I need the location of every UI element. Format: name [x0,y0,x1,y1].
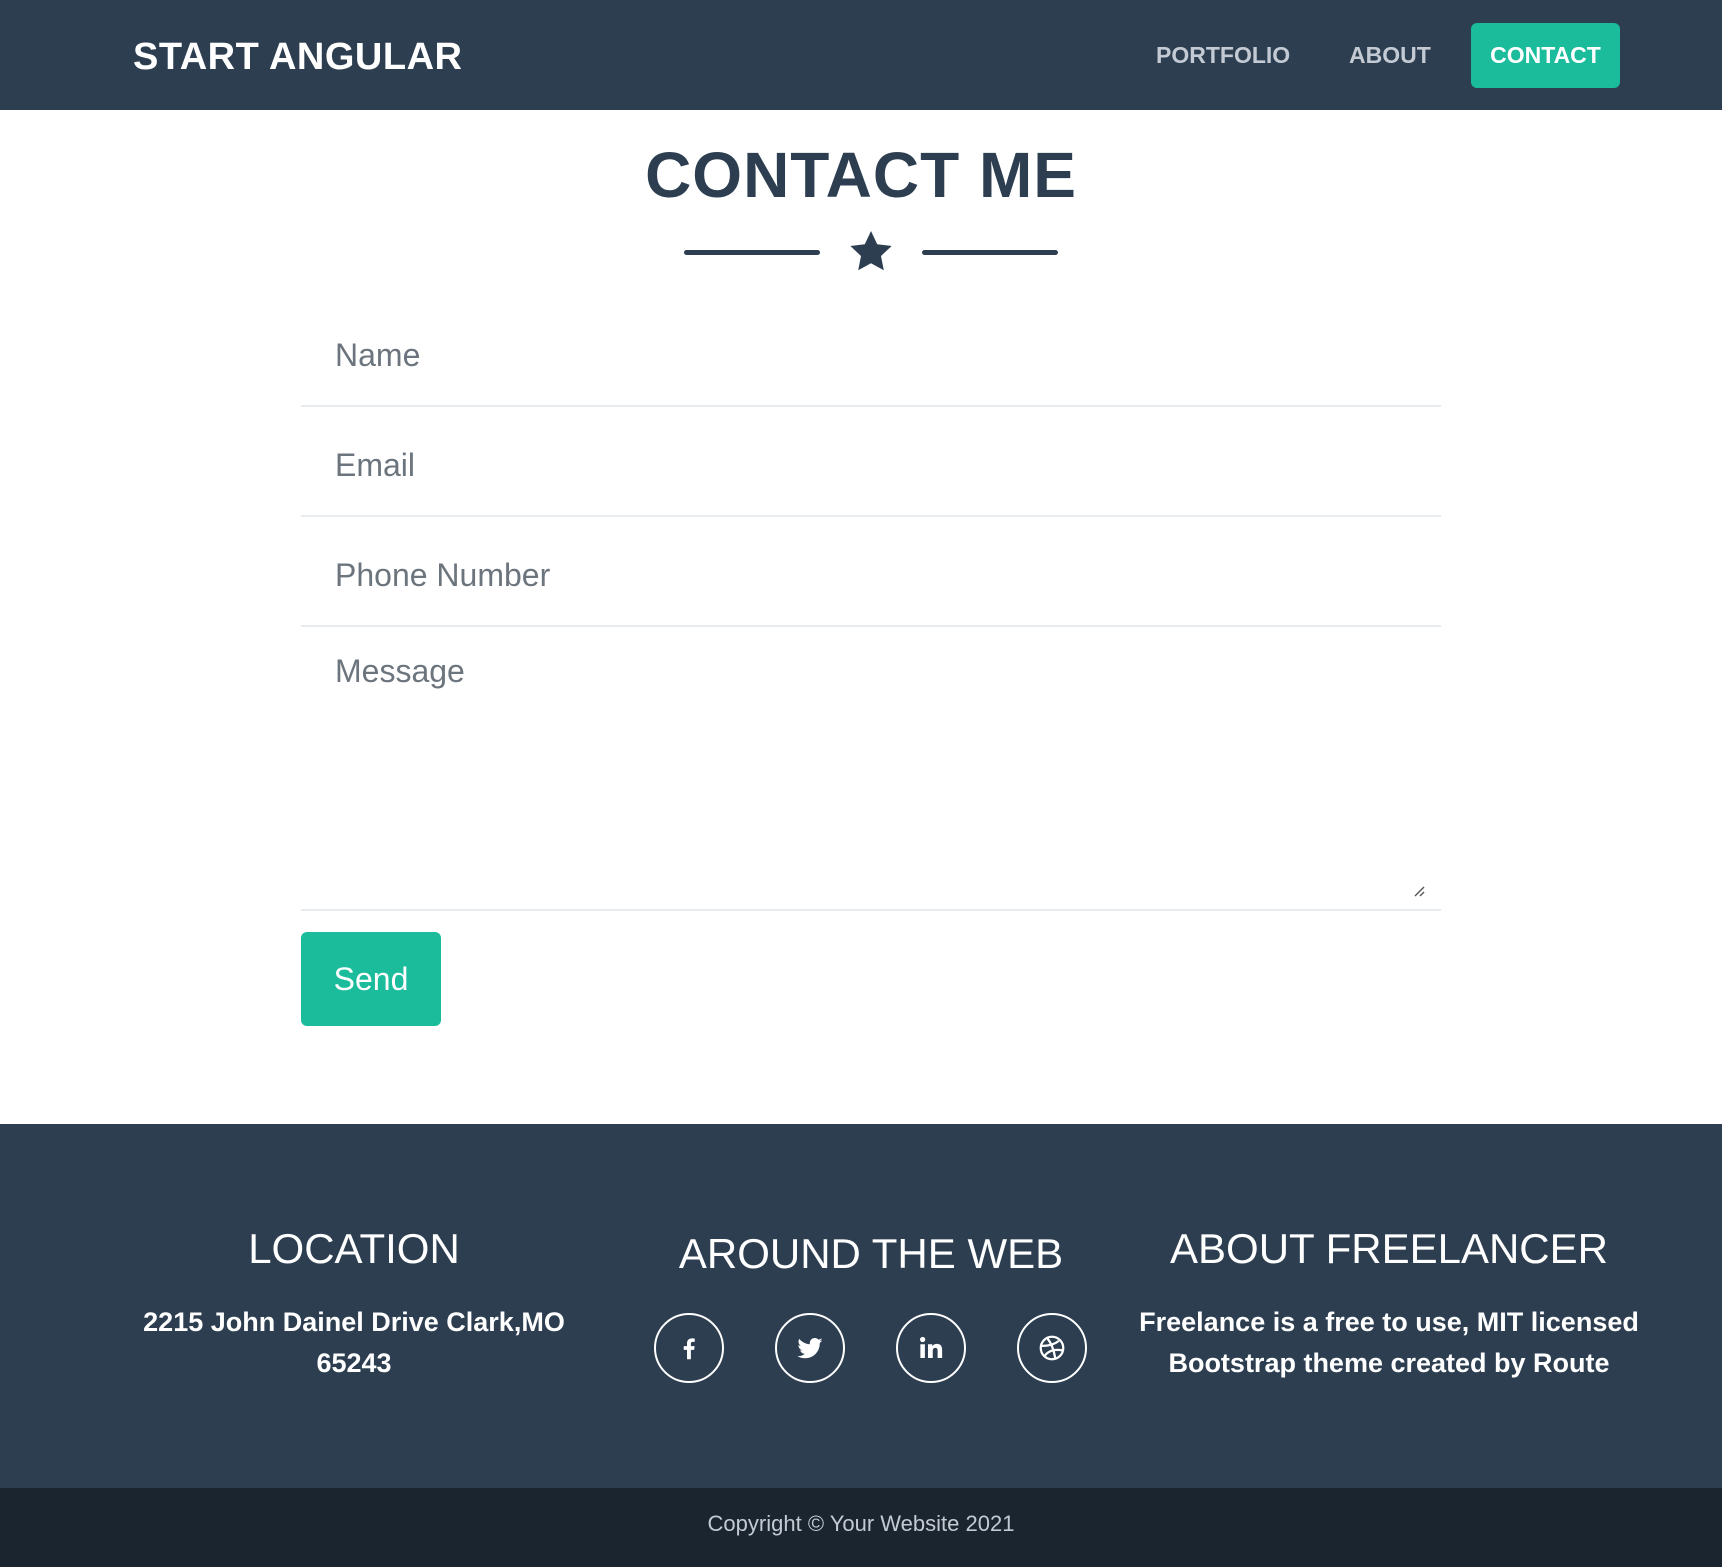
message-field-wrapper [301,635,1441,911]
facebook-icon[interactable] [654,1313,724,1383]
footer-location-address: 2215 John Dainel Drive Clark,MO 65243 [133,1302,575,1384]
divider-right [922,250,1058,255]
star-icon [850,231,892,271]
address-line-2: 65243 [316,1348,392,1378]
footer-social-title: AROUND THE WEB [678,1230,1064,1277]
dribbble-icon[interactable] [1017,1313,1087,1383]
nav-link-contact[interactable]: CONTACT [1471,23,1620,88]
nav-link-portfolio[interactable]: PORTFOLIO [1156,38,1290,72]
phone-field[interactable] [301,525,1441,625]
footer: LOCATION 2215 John Dainel Drive Clark,MO… [0,1124,1722,1488]
footer-about-title: ABOUT FREELANCER [1170,1225,1608,1272]
navbar: START ANGULAR PORTFOLIO ABOUT CONTACT [0,0,1722,110]
send-button[interactable]: Send [301,932,441,1026]
copyright-bar: Copyright © Your Website 2021 [0,1488,1722,1567]
about-line-1: Freelance is a free to use, MIT licensed [1139,1307,1639,1337]
name-field[interactable] [301,305,1441,405]
address-line-1: 2215 John Dainel Drive Clark,MO [143,1307,565,1337]
footer-about-text: Freelance is a free to use, MIT licensed… [1133,1302,1645,1384]
twitter-icon[interactable] [775,1313,845,1383]
name-field-wrapper [301,305,1441,407]
page-title: CONTACT ME [645,139,1077,211]
divider-left [684,250,820,255]
brand-logo[interactable]: START ANGULAR [133,33,462,81]
resize-handle-icon[interactable] [1411,883,1425,897]
linkedin-icon[interactable] [896,1313,966,1383]
about-line-2: Bootstrap theme created by Route [1168,1348,1610,1378]
email-field-wrapper [301,415,1441,517]
email-field[interactable] [301,415,1441,515]
copyright-text: Copyright © Your Website 2021 [707,1511,1015,1536]
footer-location-title: LOCATION [248,1225,460,1272]
footer-social: AROUND THE WEB [621,1229,1121,1279]
footer-location: LOCATION 2215 John Dainel Drive Clark,MO… [133,1224,575,1384]
footer-about: ABOUT FREELANCER Freelance is a free to … [1133,1224,1645,1384]
phone-field-wrapper [301,525,1441,627]
message-field[interactable] [301,635,1441,909]
nav-link-about[interactable]: ABOUT [1349,38,1431,72]
